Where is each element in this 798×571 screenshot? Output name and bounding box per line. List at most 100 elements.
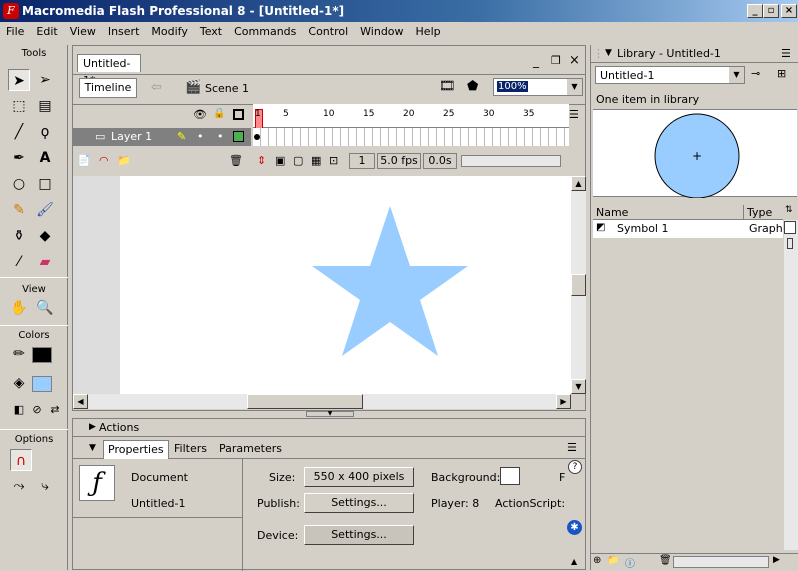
publish-settings-button[interactable]: Settings... <box>304 493 414 513</box>
snap-magnet-icon[interactable]: ∩ <box>10 449 32 471</box>
scroll-up-icon[interactable]: ▲ <box>571 176 586 191</box>
library-menu-icon[interactable]: ☰ <box>781 47 791 60</box>
chevron-down-icon[interactable]: ▼ <box>729 67 744 83</box>
frame-cells[interactable] <box>253 128 569 146</box>
zoom-tool-icon[interactable]: 🔍 <box>34 297 56 319</box>
column-type[interactable]: Type <box>747 206 772 219</box>
modify-markers-icon[interactable]: ⊡ <box>329 154 338 167</box>
grip-icon[interactable]: ⋮ <box>593 47 604 60</box>
scroll-left-icon[interactable]: ◀ <box>73 394 88 409</box>
library-vscroll[interactable] <box>784 220 798 550</box>
actions-header[interactable]: ▶ Actions <box>73 419 585 437</box>
eraser-tool-icon[interactable]: ▰ <box>34 251 56 273</box>
stage-hscroll[interactable]: ◀ ▶ <box>73 394 571 409</box>
timeline-hscroll[interactable] <box>461 155 561 167</box>
add-guide-icon[interactable]: ◠ <box>99 154 109 167</box>
tab-parameters[interactable]: Parameters <box>219 442 282 455</box>
layer-row[interactable]: ▭ Layer 1 ✎ • • <box>73 128 251 146</box>
chevron-down-icon[interactable]: ▼ <box>567 79 582 95</box>
lock-icon[interactable]: 🔒 <box>213 108 225 119</box>
scroll-down-icon[interactable]: ▼ <box>571 379 586 394</box>
menu-window[interactable]: Window <box>354 22 409 41</box>
view-narrow-icon[interactable] <box>787 238 793 249</box>
menu-view[interactable]: View <box>64 22 102 41</box>
sort-order-icon[interactable]: ⇅ <box>785 205 793 215</box>
stroke-color-swatch[interactable] <box>32 347 52 363</box>
menu-insert[interactable]: Insert <box>102 22 146 41</box>
edit-scene-icon[interactable]: 🎞 <box>439 79 456 94</box>
onion-skin-icon[interactable]: ▣ <box>275 154 285 167</box>
delete-item-icon[interactable]: 🗑 <box>659 555 672 566</box>
smooth-icon[interactable]: ⤳ <box>8 475 30 497</box>
subselect-tool-icon[interactable]: ➢ <box>34 69 56 91</box>
eye-icon[interactable]: 👁 <box>193 108 207 121</box>
keyframe-dot[interactable] <box>254 134 260 140</box>
menu-commands[interactable]: Commands <box>228 22 302 41</box>
arrow-tool-icon[interactable]: ➤ <box>8 69 30 91</box>
view-wide-icon[interactable] <box>784 221 796 234</box>
zoom-select[interactable]: 100% ▼ <box>493 78 583 96</box>
panel-collapse-handle[interactable]: ▼ <box>306 411 354 417</box>
minimize-button[interactable]: _ <box>747 4 763 18</box>
column-name[interactable]: Name <box>596 206 628 219</box>
pin-library-icon[interactable]: ⊸ <box>751 67 760 80</box>
doc-close-icon[interactable]: × <box>569 53 580 68</box>
free-transform-icon[interactable]: ⬚ <box>8 95 30 117</box>
brush-tool-icon[interactable]: 🖌 <box>34 199 56 221</box>
timeline-menu-icon[interactable]: ☰ <box>569 108 579 121</box>
menu-control[interactable]: Control <box>302 22 354 41</box>
delete-layer-icon[interactable]: 🗑 <box>229 154 243 167</box>
new-library-icon[interactable]: ⊞ <box>777 67 786 80</box>
add-folder-icon[interactable]: 📁 <box>117 154 131 167</box>
edit-frames-icon[interactable]: ▦ <box>311 154 321 167</box>
add-layer-icon[interactable]: 📄 <box>77 154 91 167</box>
oval-tool-icon[interactable]: ○ <box>8 173 30 195</box>
back-arrow-icon[interactable]: ⇦ <box>151 80 162 95</box>
doc-restore-icon[interactable]: ❐ <box>551 54 561 67</box>
new-folder-icon[interactable]: 📁 <box>607 555 619 566</box>
stage-vscroll[interactable]: ▲ ▼ <box>571 176 586 394</box>
device-settings-button[interactable]: Settings... <box>304 525 414 545</box>
library-document-select[interactable]: Untitled-1 ▼ <box>595 66 745 84</box>
rectangle-tool-icon[interactable]: □ <box>34 173 56 195</box>
panel-menu-icon[interactable]: ☰ <box>567 441 577 454</box>
star-shape[interactable] <box>312 206 468 356</box>
eyedropper-icon[interactable]: ⁄ <box>8 251 30 273</box>
stage-canvas[interactable] <box>120 176 571 394</box>
fps-value[interactable]: 5.0 fps <box>377 153 421 169</box>
library-hscroll[interactable] <box>673 556 769 568</box>
menu-help[interactable]: Help <box>410 22 447 41</box>
straighten-icon[interactable]: ⤷ <box>34 475 56 497</box>
document-tab[interactable]: Untitled-1* <box>77 54 141 87</box>
accessibility-icon[interactable]: ✱ <box>567 520 582 535</box>
scroll-right-icon[interactable]: ▶ <box>773 555 780 565</box>
paint-bucket-icon[interactable]: ◆ <box>34 225 56 247</box>
swap-colors-icon[interactable]: ⇄ <box>44 399 66 421</box>
menu-text[interactable]: Text <box>194 22 228 41</box>
background-color-swatch[interactable] <box>500 467 520 485</box>
ink-bottle-icon[interactable]: ⚱ <box>8 225 30 247</box>
line-tool-icon[interactable]: ╱ <box>8 121 30 143</box>
vscroll-thumb[interactable] <box>571 274 586 296</box>
menu-modify[interactable]: Modify <box>145 22 193 41</box>
frame-ruler[interactable]: 1 5 10 15 20 25 30 35 <box>253 104 569 131</box>
timeline-button[interactable]: Timeline <box>79 78 137 98</box>
onion-outline-icon[interactable]: ▢ <box>293 154 303 167</box>
fill-color-swatch[interactable] <box>32 376 52 392</box>
size-button[interactable]: 550 x 400 pixels <box>304 467 414 487</box>
hand-tool-icon[interactable]: ✋ <box>8 297 30 319</box>
new-symbol-icon[interactable]: ⊕ <box>593 555 601 566</box>
scroll-right-icon[interactable]: ▶ <box>556 394 571 409</box>
restore-button[interactable]: ▫ <box>763 4 779 18</box>
outline-icon[interactable] <box>233 109 244 120</box>
edit-symbols-icon[interactable]: ⬟ <box>467 79 478 94</box>
library-item[interactable]: ◩ Symbol 1 Graphic <box>593 220 783 238</box>
library-header[interactable]: ⋮ ▼ Library - Untitled-1 ☰ <box>591 45 798 63</box>
tab-filters[interactable]: Filters <box>174 442 207 455</box>
visible-dot[interactable]: • <box>197 130 204 143</box>
help-icon[interactable]: ? <box>568 460 582 474</box>
lasso-tool-icon[interactable]: ϙ <box>34 121 56 143</box>
menu-file[interactable]: File <box>0 22 30 41</box>
doc-minimize-icon[interactable]: _ <box>533 54 539 68</box>
pen-tool-icon[interactable]: ✒ <box>8 147 30 169</box>
